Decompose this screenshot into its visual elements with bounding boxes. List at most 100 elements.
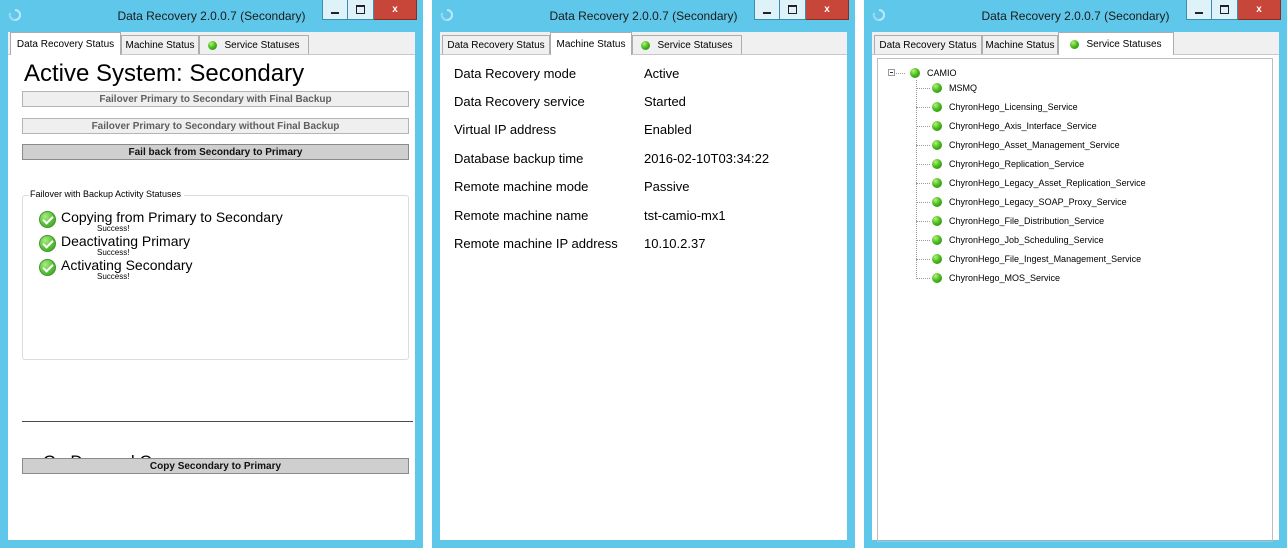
tab-data-recovery-status[interactable]: Data Recovery Status — [10, 32, 121, 55]
service-status-icon — [208, 40, 218, 50]
machine-status-label: Data Recovery mode — [454, 66, 577, 81]
window-client: Data Recovery Status Machine Status Serv… — [8, 32, 415, 540]
tab-strip: Data Recovery Status Machine Status Serv… — [8, 32, 415, 55]
machine-status-value: 10.10.2.37 — [644, 236, 706, 251]
close-button[interactable]: x — [374, 0, 417, 20]
tab-data-recovery-status[interactable]: Data Recovery Status — [442, 35, 550, 54]
tab-service-statuses[interactable]: Service Statuses — [1058, 32, 1174, 55]
tree-connector — [916, 107, 930, 108]
title-bar[interactable]: Data Recovery 2.0.0.7 (Secondary) x — [864, 0, 1287, 32]
step-status: Success! — [97, 248, 130, 257]
machine-status-label: Remote machine IP address — [454, 236, 618, 251]
machine-status-pane: Data Recovery mode Active Data Recovery … — [440, 55, 847, 540]
tab-data-recovery-status[interactable]: Data Recovery Status — [874, 35, 982, 54]
tree-node-service[interactable]: ChyronHego_Legacy_Asset_Replication_Serv… — [932, 176, 1146, 190]
success-check-icon — [39, 259, 56, 276]
tree-node-service[interactable]: ChyronHego_Asset_Management_Service — [932, 138, 1120, 152]
service-statuses-pane: CAMIO MSMQ ChyronHego_Licensing_Service Ch… — [872, 55, 1279, 542]
tab-machine-status[interactable]: Machine Status — [550, 32, 632, 55]
minimize-button[interactable] — [1186, 0, 1212, 20]
machine-status-value: Enabled — [644, 122, 692, 137]
maximize-button[interactable] — [348, 0, 374, 20]
activity-status-group: Failover with Backup Activity Statuses C… — [22, 189, 409, 360]
service-running-icon — [932, 216, 942, 226]
tree-node-service[interactable]: MSMQ — [932, 81, 977, 95]
tab-machine-status[interactable]: Machine Status — [982, 35, 1058, 54]
tree-node-service[interactable]: ChyronHego_Axis_Interface_Service — [932, 119, 1097, 133]
tab-service-statuses[interactable]: Service Statuses — [632, 35, 742, 54]
service-running-icon — [932, 83, 942, 93]
machine-status-value: 2016-02-10T03:34:22 — [644, 151, 770, 166]
tree-connector — [916, 221, 930, 222]
service-running-icon — [932, 159, 942, 169]
service-tree[interactable]: CAMIO MSMQ ChyronHego_Licensing_Service Ch… — [877, 58, 1273, 542]
tree-connector — [916, 259, 930, 260]
maximize-icon — [1220, 5, 1229, 14]
service-name: CAMIO — [927, 68, 957, 78]
machine-status-value: Active — [644, 66, 680, 81]
window-data-recovery-status: Data Recovery 2.0.0.7 (Secondary) x Data… — [0, 0, 423, 548]
failover-without-backup-button[interactable]: Failover Primary to Secondary without Fi… — [22, 118, 409, 134]
tab-service-statuses[interactable]: Service Statuses — [199, 35, 309, 54]
window-service-statuses: Data Recovery 2.0.0.7 (Secondary) x Data… — [864, 0, 1287, 548]
minimize-button[interactable] — [754, 0, 780, 20]
success-check-icon — [39, 235, 56, 252]
fail-back-button[interactable]: Fail back from Secondary to Primary — [22, 144, 409, 160]
tree-node-service[interactable]: ChyronHego_Licensing_Service — [932, 100, 1078, 114]
tree-node-service[interactable]: ChyronHego_MOS_Service — [932, 271, 1060, 285]
window-machine-status: Data Recovery 2.0.0.7 (Secondary) x Data… — [432, 0, 855, 548]
service-running-icon — [910, 68, 920, 78]
service-name: MSMQ — [949, 83, 977, 93]
failover-with-backup-button[interactable]: Failover Primary to Secondary with Final… — [22, 91, 409, 107]
service-running-icon — [932, 121, 942, 131]
service-name: ChyronHego_File_Ingest_Management_Servic… — [949, 254, 1142, 264]
maximize-icon — [788, 5, 797, 14]
collapse-icon[interactable] — [888, 69, 895, 76]
machine-status-value: Passive — [644, 179, 690, 194]
maximize-icon — [356, 5, 365, 14]
maximize-button[interactable] — [780, 0, 806, 20]
close-icon: x — [824, 4, 830, 15]
data-recovery-pane: Active System: Secondary Failover Primar… — [8, 55, 415, 540]
close-button[interactable]: x — [1238, 0, 1281, 20]
machine-status-label: Remote machine name — [454, 208, 589, 223]
minimize-button[interactable] — [322, 0, 348, 20]
tab-service-statuses-label: Service Statuses — [1086, 38, 1162, 50]
tree-node-service[interactable]: ChyronHego_Job_Scheduling_Service — [932, 233, 1104, 247]
tree-connector — [916, 240, 930, 241]
service-name: ChyronHego_Job_Scheduling_Service — [949, 235, 1104, 245]
tree-node-label: CAMIO — [910, 66, 957, 80]
tree-node-service[interactable]: ChyronHego_Legacy_SOAP_Proxy_Service — [932, 195, 1127, 209]
tree-node-service[interactable]: ChyronHego_File_Distribution_Service — [932, 214, 1104, 228]
close-button[interactable]: x — [806, 0, 849, 20]
close-icon: x — [392, 4, 398, 15]
tab-strip: Data Recovery Status Machine Status Serv… — [440, 32, 847, 55]
tree-node-service[interactable]: ChyronHego_Replication_Service — [932, 157, 1084, 171]
tree-connector — [916, 126, 930, 127]
service-running-icon — [932, 273, 942, 283]
service-running-icon — [932, 197, 942, 207]
activity-status-legend: Failover with Backup Activity Statuses — [29, 189, 185, 199]
tab-machine-status[interactable]: Machine Status — [121, 35, 199, 54]
service-name: ChyronHego_Axis_Interface_Service — [949, 121, 1097, 131]
service-running-icon — [932, 235, 942, 245]
title-bar[interactable]: Data Recovery 2.0.0.7 (Secondary) x — [432, 0, 855, 32]
tree-node-service[interactable]: ChyronHego_File_Ingest_Management_Servic… — [932, 252, 1141, 266]
tab-service-statuses-label: Service Statuses — [224, 39, 300, 51]
window-controls: x — [754, 0, 849, 20]
copy-secondary-to-primary-button[interactable]: Copy Secondary to Primary — [22, 458, 409, 474]
tree-connector — [916, 164, 930, 165]
window-client: Data Recovery Status Machine Status Serv… — [872, 32, 1279, 542]
machine-status-value: Started — [644, 94, 686, 109]
machine-status-value: tst-camio-mx1 — [644, 208, 726, 223]
title-bar[interactable]: Data Recovery 2.0.0.7 (Secondary) x — [0, 0, 423, 32]
minimize-icon — [763, 11, 771, 14]
minimize-icon — [331, 11, 339, 14]
window-controls: x — [322, 0, 417, 20]
tree-connector — [916, 183, 930, 184]
service-name: ChyronHego_Asset_Management_Service — [949, 140, 1120, 150]
step-status: Success! — [97, 224, 130, 233]
service-status-icon — [641, 40, 651, 50]
maximize-button[interactable] — [1212, 0, 1238, 20]
service-name: ChyronHego_File_Distribution_Service — [949, 216, 1105, 226]
